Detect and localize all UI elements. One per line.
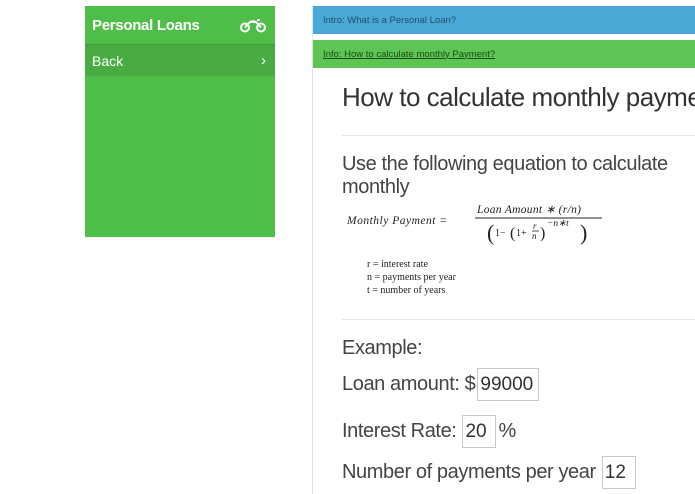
payments-per-year-row: Number of payments per year [342, 456, 638, 489]
chevron-right-icon: › [261, 52, 266, 69]
page-title: How to calculate monthly payment? [342, 82, 695, 112]
divider [342, 319, 695, 320]
payments-per-year-input[interactable] [601, 456, 636, 489]
example-heading: Example: [342, 337, 423, 360]
formula-numerator: Loan Amount ∗ (r/n) [476, 204, 581, 216]
sidebar: Personal Loans Back › [85, 6, 275, 237]
main-content: Intro: What is a Personal Loan? Info: Ho… [312, 6, 695, 494]
example-heading-text: Example: [342, 337, 423, 359]
formula-exponent: −n∗t [547, 219, 569, 229]
loan-amount-row: Loan amount: $ [342, 368, 541, 401]
variable-r: r = interest rate [367, 259, 428, 270]
tab-intro-label: Intro: What is a Personal Loan? [323, 14, 457, 26]
interest-rate-label: Interest Rate: [342, 420, 457, 442]
payment-formula: Monthly Payment = Loan Amount ∗ (r/n) ( … [347, 204, 602, 245]
sidebar-header: Personal Loans [85, 6, 275, 45]
svg-text:(: ( [510, 225, 515, 242]
back-label: Back [92, 52, 124, 69]
formula-inner-one: 1+ [516, 228, 527, 239]
sidebar-title: Personal Loans [92, 16, 200, 34]
formula-one: 1− [495, 228, 506, 239]
variable-n: n = payments per year [367, 272, 456, 283]
loan-amount-label: Loan amount: $ [342, 373, 476, 395]
tab-info[interactable]: Info: How to calculate monthly Payment? [313, 40, 695, 68]
formula-r: r [533, 221, 537, 231]
interest-rate-row: Interest Rate: % [342, 415, 516, 448]
tab-intro[interactable]: Intro: What is a Personal Loan? [313, 6, 695, 34]
divider [342, 135, 695, 136]
loan-amount-input[interactable] [477, 368, 540, 401]
variable-t: t = number of years [367, 285, 446, 296]
tab-info-label: Info: How to calculate monthly Payment? [323, 48, 496, 60]
svg-text:(: ( [487, 220, 494, 245]
equation-intro-text: Use the following equation to calculate … [342, 153, 668, 198]
formula-lhs: Monthly Payment = [347, 215, 448, 227]
motorcycle-icon [240, 19, 266, 33]
variable-definitions: r = interest rate n = payments per year … [367, 258, 456, 297]
interest-rate-input[interactable] [462, 415, 497, 448]
payments-per-year-label: Number of payments per year [342, 461, 596, 483]
svg-text:): ) [540, 225, 545, 242]
percent-unit: % [498, 420, 516, 442]
back-button[interactable]: Back › [85, 45, 275, 76]
svg-text:): ) [580, 220, 587, 245]
formula-n: n [532, 231, 537, 241]
